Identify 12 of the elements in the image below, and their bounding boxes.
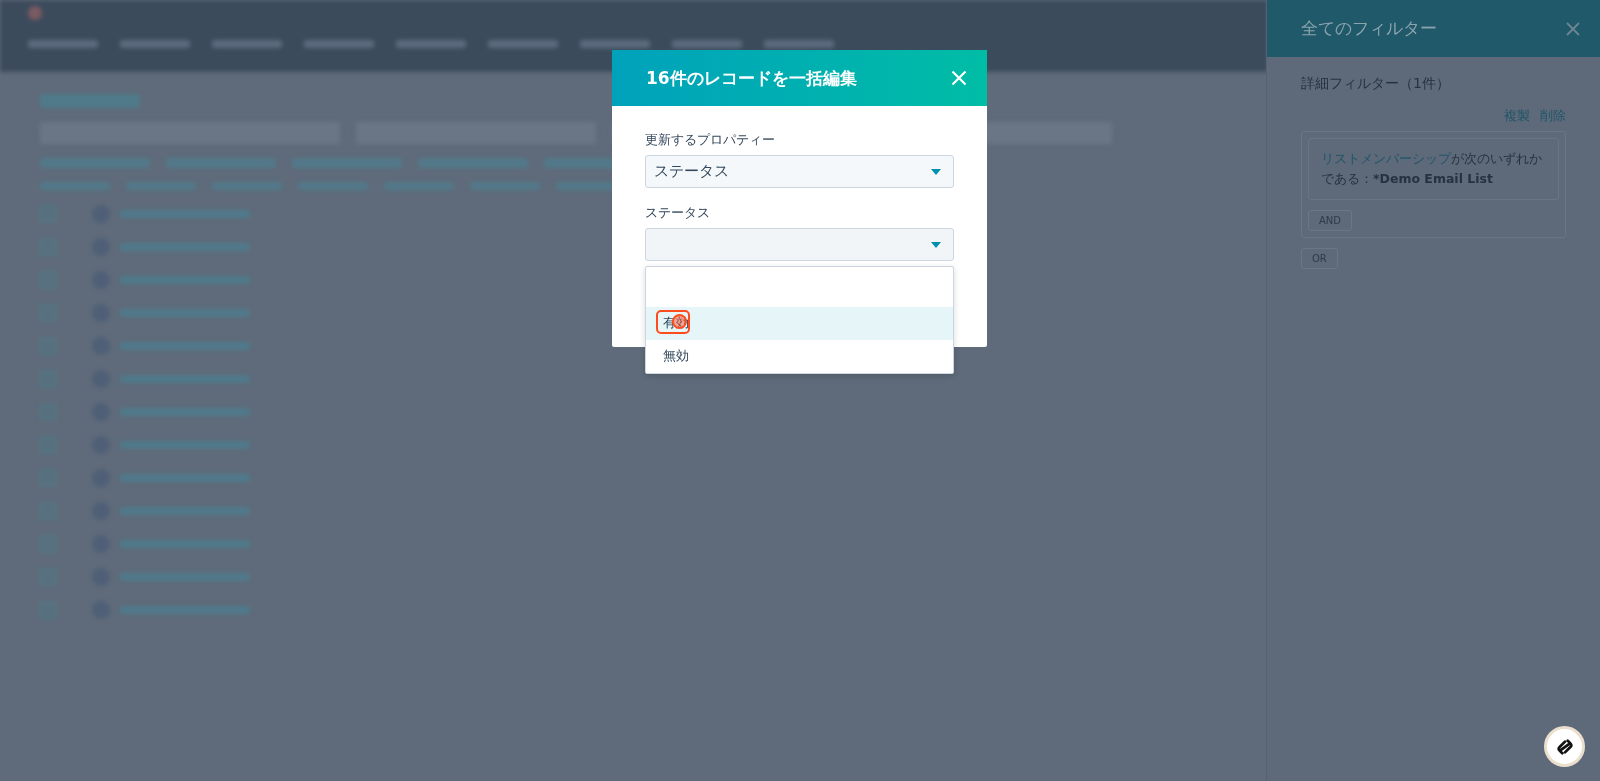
field-label: 更新するプロパティー bbox=[645, 132, 776, 149]
close-icon[interactable] bbox=[1566, 21, 1580, 36]
filter-action-link[interactable]: 複製 bbox=[1504, 107, 1530, 125]
dialog-title: 16件のレコードを一括編集 bbox=[646, 66, 857, 90]
panel-title: 全てのフィルター bbox=[1301, 17, 1437, 40]
select-field[interactable]: ステータス bbox=[645, 155, 954, 188]
dropdown-option[interactable]: 無効 bbox=[646, 340, 953, 373]
link-icon bbox=[1555, 737, 1574, 756]
caret-icon bbox=[931, 168, 941, 175]
field-label: ステータス bbox=[645, 205, 711, 222]
caret-icon bbox=[931, 241, 941, 248]
filter-action-link[interactable]: 削除 bbox=[1540, 107, 1566, 125]
